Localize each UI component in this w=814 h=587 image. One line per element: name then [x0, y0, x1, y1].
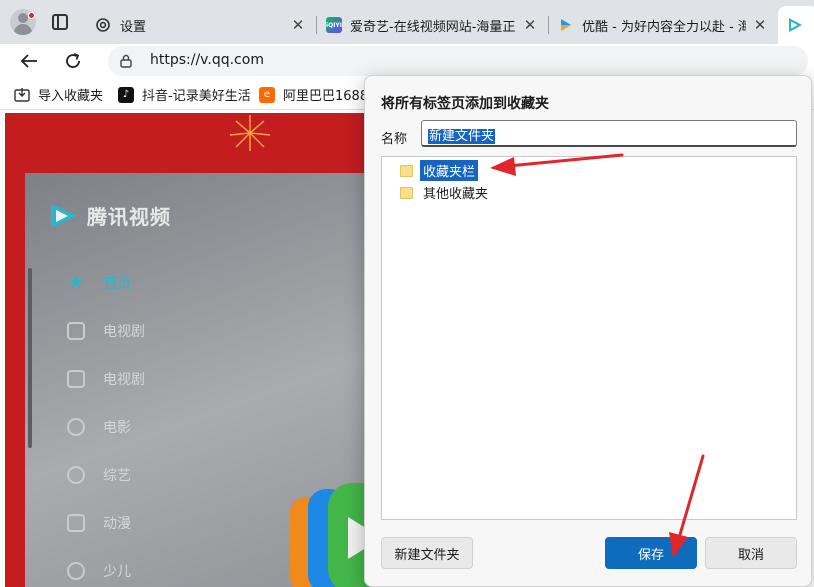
refresh-button[interactable] [60, 48, 86, 74]
nav-home[interactable]: ★ 首页 [67, 273, 131, 293]
tab-strip: 设置 ✕ iQIYI 爱奇艺-在线视频网站-海量正版 ✕ 优酷 - 为好内容全力… [0, 0, 814, 44]
tencent-video-logo[interactable]: 腾讯视频 [49, 201, 171, 230]
variety-icon [67, 466, 85, 484]
bookmark-alibaba[interactable]: e 阿里巴巴1688.c [259, 85, 379, 104]
folder-label: 收藏夹栏 [420, 160, 479, 181]
address-bar[interactable]: https://v.qq.com [108, 46, 808, 76]
folder-tree[interactable]: 收藏夹栏 其他收藏夹 [381, 156, 797, 520]
new-folder-button[interactable]: 新建文件夹 [381, 537, 473, 569]
nav-tv-play[interactable]: 电视剧 [67, 369, 145, 389]
tencent-video-icon [789, 18, 802, 32]
nav-label: 电视剧 [103, 324, 145, 340]
nav-anime[interactable]: 动漫 [67, 513, 131, 533]
nav-kids[interactable]: 少儿 [67, 561, 131, 581]
scrollbar-thumb[interactable] [28, 268, 32, 448]
folder-icon [400, 186, 413, 199]
nav-tv-series[interactable]: 电视剧 [67, 321, 145, 341]
save-button[interactable]: 保存 [605, 537, 697, 569]
gear-icon [96, 18, 110, 32]
tv-icon [67, 322, 85, 340]
bookmark-douyin[interactable]: ♪ 抖音-记录美好生活 [118, 85, 251, 104]
folder-item-favorites-bar[interactable]: 收藏夹栏 [400, 160, 479, 181]
alibaba-icon: e [259, 86, 275, 103]
tab-actions-icon[interactable] [52, 14, 68, 30]
notification-dot [28, 12, 35, 19]
douyin-icon: ♪ [118, 86, 134, 103]
anime-icon [67, 514, 85, 532]
dialog-title: 将所有标签页添加到收藏夹 [381, 96, 549, 112]
lock-icon[interactable] [120, 54, 132, 68]
tab-title: 设置 [120, 19, 147, 35]
close-icon[interactable]: ✕ [522, 16, 538, 34]
folder-label: 其他收藏夹 [423, 187, 489, 202]
folder-icon [400, 164, 413, 177]
nav-variety[interactable]: 综艺 [67, 465, 131, 485]
folder-name-input[interactable]: 新建文件夹 [421, 120, 797, 147]
film-icon [67, 418, 85, 436]
add-all-tabs-dialog: 将所有标签页添加到收藏夹 名称 新建文件夹 收藏夹栏 其他收藏夹 新建文件夹 保… [364, 75, 812, 587]
iqiyi-icon: iQIYI [326, 17, 342, 33]
nav-film[interactable]: 电影 [67, 417, 131, 437]
tab-settings[interactable]: 设置 ✕ [86, 6, 314, 44]
tab-tencent-video[interactable] [778, 6, 814, 44]
bookmark-import[interactable]: 导入收藏夹 [14, 85, 103, 104]
tencent-video-icon [51, 203, 77, 228]
nav-label: 首页 [103, 276, 131, 292]
folder-name-value: 新建文件夹 [428, 129, 496, 144]
tv-play-icon [67, 370, 85, 388]
arrow-left-icon [20, 54, 37, 68]
tab-title: 优酷 - 为好内容全力以赴 - 海量 [582, 19, 746, 35]
youku-icon [561, 19, 571, 31]
firework-decoration [229, 115, 271, 151]
tab-iqiyi[interactable]: iQIYI 爱奇艺-在线视频网站-海量正版 ✕ [318, 6, 546, 44]
tab-title: 爱奇艺-在线视频网站-海量正版 [350, 19, 516, 35]
name-label: 名称 [381, 132, 408, 147]
logo-text: 腾讯视频 [87, 205, 171, 229]
nav-label: 少儿 [103, 564, 131, 580]
back-button[interactable] [16, 48, 42, 74]
close-icon[interactable]: ✕ [290, 16, 306, 34]
refresh-icon [66, 53, 80, 68]
tab-divider [316, 16, 317, 34]
nav-label: 电影 [103, 420, 131, 436]
nav-label: 动漫 [103, 516, 131, 532]
nav-label: 综艺 [103, 468, 131, 484]
bookmark-label: 抖音-记录美好生活 [142, 89, 251, 104]
tab-divider [548, 16, 549, 34]
nav-label: 电视剧 [103, 372, 145, 388]
tab-youku[interactable]: 优酷 - 为好内容全力以赴 - 海量 ✕ [550, 6, 776, 44]
folder-item-other-favorites[interactable]: 其他收藏夹 [400, 182, 491, 203]
cancel-button[interactable]: 取消 [705, 537, 797, 569]
kids-icon [67, 562, 85, 580]
close-icon[interactable]: ✕ [752, 16, 768, 34]
star-icon: ★ [67, 272, 85, 293]
import-favorites-icon [14, 87, 30, 102]
address-toolbar: https://v.qq.com [0, 44, 814, 78]
url-text[interactable]: https://v.qq.com [150, 52, 264, 68]
bookmark-label: 导入收藏夹 [38, 89, 104, 104]
